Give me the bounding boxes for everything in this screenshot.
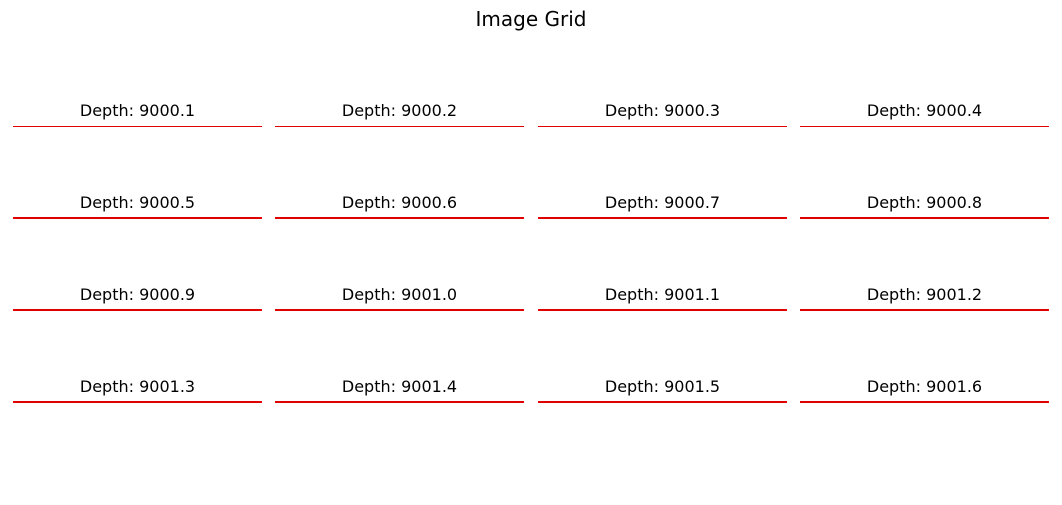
grid-panel: Depth: 9001.3 <box>13 363 262 403</box>
panel-line <box>800 217 1049 219</box>
grid-panel: Depth: 9001.4 <box>275 363 524 403</box>
grid-panel: Depth: 9000.8 <box>800 179 1049 219</box>
panel-title: Depth: 9000.6 <box>341 193 458 212</box>
panel-title: Depth: 9001.4 <box>341 377 458 396</box>
panel-line <box>13 126 262 127</box>
grid-panel: Depth: 9001.0 <box>275 271 524 311</box>
panel-line <box>800 401 1049 403</box>
panel-title: Depth: 9001.0 <box>341 285 458 304</box>
panel-title: Depth: 9000.2 <box>341 101 458 120</box>
grid-panel: Depth: 9001.2 <box>800 271 1049 311</box>
grid-panel: Depth: 9001.6 <box>800 363 1049 403</box>
panel-line <box>13 309 262 311</box>
panel-title: Depth: 9000.3 <box>604 101 721 120</box>
grid-panel: Depth: 9000.5 <box>13 179 262 219</box>
panel-title: Depth: 9000.9 <box>79 285 196 304</box>
grid-panel: Depth: 9000.1 <box>13 87 262 127</box>
panel-line <box>275 401 524 403</box>
panel-title: Depth: 9000.8 <box>866 193 983 212</box>
grid-panel: Depth: 9000.4 <box>800 87 1049 127</box>
panel-line <box>13 217 262 219</box>
panel-title: Depth: 9000.7 <box>604 193 721 212</box>
panel-line <box>538 126 787 127</box>
panel-title: Depth: 9001.6 <box>866 377 983 396</box>
panel-line <box>275 217 524 219</box>
panel-title: Depth: 9000.1 <box>79 101 196 120</box>
grid-panel: Depth: 9000.2 <box>275 87 524 127</box>
panel-line <box>275 309 524 311</box>
grid-panel: Depth: 9000.3 <box>538 87 787 127</box>
grid-panel: Depth: 9000.6 <box>275 179 524 219</box>
grid-panel: Depth: 9001.5 <box>538 363 787 403</box>
figure-title: Image Grid <box>475 7 587 31</box>
grid-panel: Depth: 9000.7 <box>538 179 787 219</box>
panel-line <box>275 126 524 127</box>
panel-line <box>800 126 1049 127</box>
grid-panel: Depth: 9000.9 <box>13 271 262 311</box>
panel-title: Depth: 9000.4 <box>866 101 983 120</box>
panel-title: Depth: 9001.5 <box>604 377 721 396</box>
panel-title: Depth: 9001.2 <box>866 285 983 304</box>
panel-line <box>800 309 1049 311</box>
panel-line <box>538 217 787 219</box>
panel-title: Depth: 9001.1 <box>604 285 721 304</box>
panel-line <box>13 401 262 403</box>
panel-line <box>538 401 787 403</box>
panel-title: Depth: 9000.5 <box>79 193 196 212</box>
panel-line <box>538 309 787 311</box>
grid-panel: Depth: 9001.1 <box>538 271 787 311</box>
panel-title: Depth: 9001.3 <box>79 377 196 396</box>
